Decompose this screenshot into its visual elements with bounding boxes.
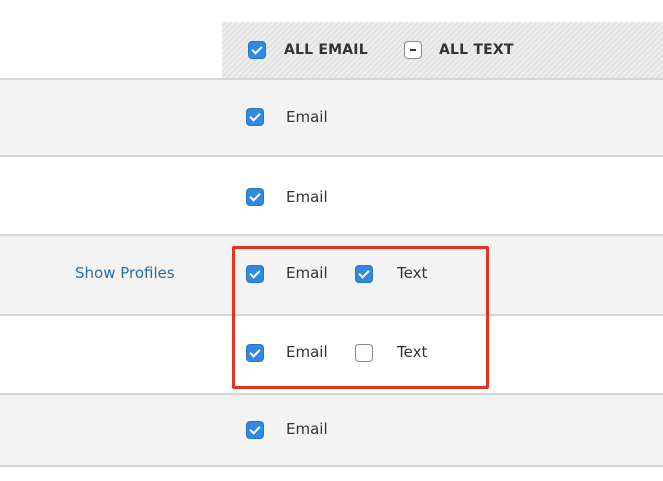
highlight-annotation-box — [232, 246, 489, 389]
email-checkbox[interactable] — [246, 188, 264, 206]
all-text-checkbox[interactable] — [404, 41, 422, 59]
email-checkbox[interactable] — [246, 421, 264, 439]
all-email-label: ALL EMAIL — [284, 42, 368, 58]
email-checkbox[interactable] — [246, 108, 264, 126]
all-email-checkbox[interactable] — [248, 41, 266, 59]
email-label: Email — [286, 108, 328, 126]
table-row: Email — [0, 157, 663, 236]
table-row: Email — [0, 80, 663, 157]
preferences-table: ALL EMAIL ALL TEXT Email Email Show Prof… — [0, 0, 663, 481]
header-row: ALL EMAIL ALL TEXT — [0, 0, 663, 80]
all-text-label: ALL TEXT — [439, 42, 514, 58]
email-label: Email — [286, 420, 328, 438]
show-profiles-link[interactable]: Show Profiles — [75, 264, 175, 282]
email-label: Email — [286, 188, 328, 206]
table-row: Email — [0, 395, 663, 467]
